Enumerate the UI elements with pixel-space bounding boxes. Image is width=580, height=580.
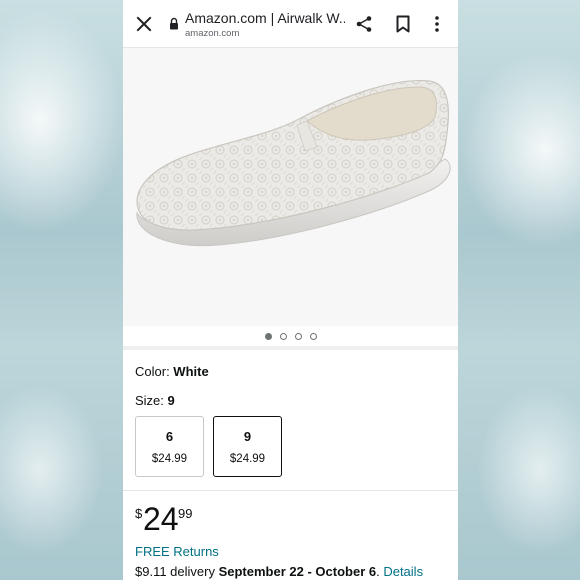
more-vert-icon[interactable]: [433, 15, 441, 33]
size-label: Size:: [135, 393, 168, 408]
carousel-dot[interactable]: [264, 332, 272, 340]
delivery-dates: September 22 - October 6: [218, 564, 377, 579]
close-icon[interactable]: [135, 15, 153, 33]
size-option-price: $24.99: [229, 453, 266, 465]
size-value: 9: [167, 393, 175, 408]
delivery-cost: $9.11 delivery: [135, 564, 219, 579]
carousel-dot[interactable]: [294, 332, 302, 340]
free-returns-link[interactable]: FREE Returns: [135, 544, 219, 559]
size-selection: Size: 9: [135, 393, 175, 408]
price-currency: $: [135, 506, 143, 521]
section-divider: [123, 490, 458, 491]
size-option-number: 6: [165, 429, 174, 444]
delivery-details-link[interactable]: Details: [383, 564, 423, 579]
browser-top-bar: Amazon.com | Airwalk W... amazon.com: [123, 0, 458, 48]
lock-icon: [170, 17, 178, 30]
size-option-price: $24.99: [151, 453, 188, 465]
color-value: White: [173, 364, 209, 379]
carousel-indicator: [123, 330, 458, 342]
phone-screen: Amazon.com | Airwalk W... amazon.com Col…: [123, 0, 458, 580]
price-whole: 24: [143, 501, 179, 537]
product-image[interactable]: [129, 73, 451, 253]
product-image-carousel[interactable]: [123, 48, 458, 326]
size-option-6[interactable]: 6 $24.99: [135, 416, 204, 477]
carousel-dot[interactable]: [279, 332, 287, 340]
price-fraction: 99: [178, 506, 193, 521]
section-divider: [123, 346, 458, 350]
size-option-9[interactable]: 9 $24.99: [213, 416, 282, 477]
page-title[interactable]: Amazon.com | Airwalk W...: [185, 10, 345, 27]
page-url[interactable]: amazon.com: [185, 28, 239, 40]
carousel-dot[interactable]: [309, 332, 317, 340]
bookmark-icon[interactable]: [395, 15, 411, 33]
size-option-number: 9: [243, 429, 252, 444]
share-icon[interactable]: [355, 15, 373, 33]
delivery-info: $9.11 delivery September 22 - October 6.…: [135, 564, 423, 579]
color-label: Color:: [135, 364, 174, 379]
color-selection: Color: White: [135, 364, 209, 379]
